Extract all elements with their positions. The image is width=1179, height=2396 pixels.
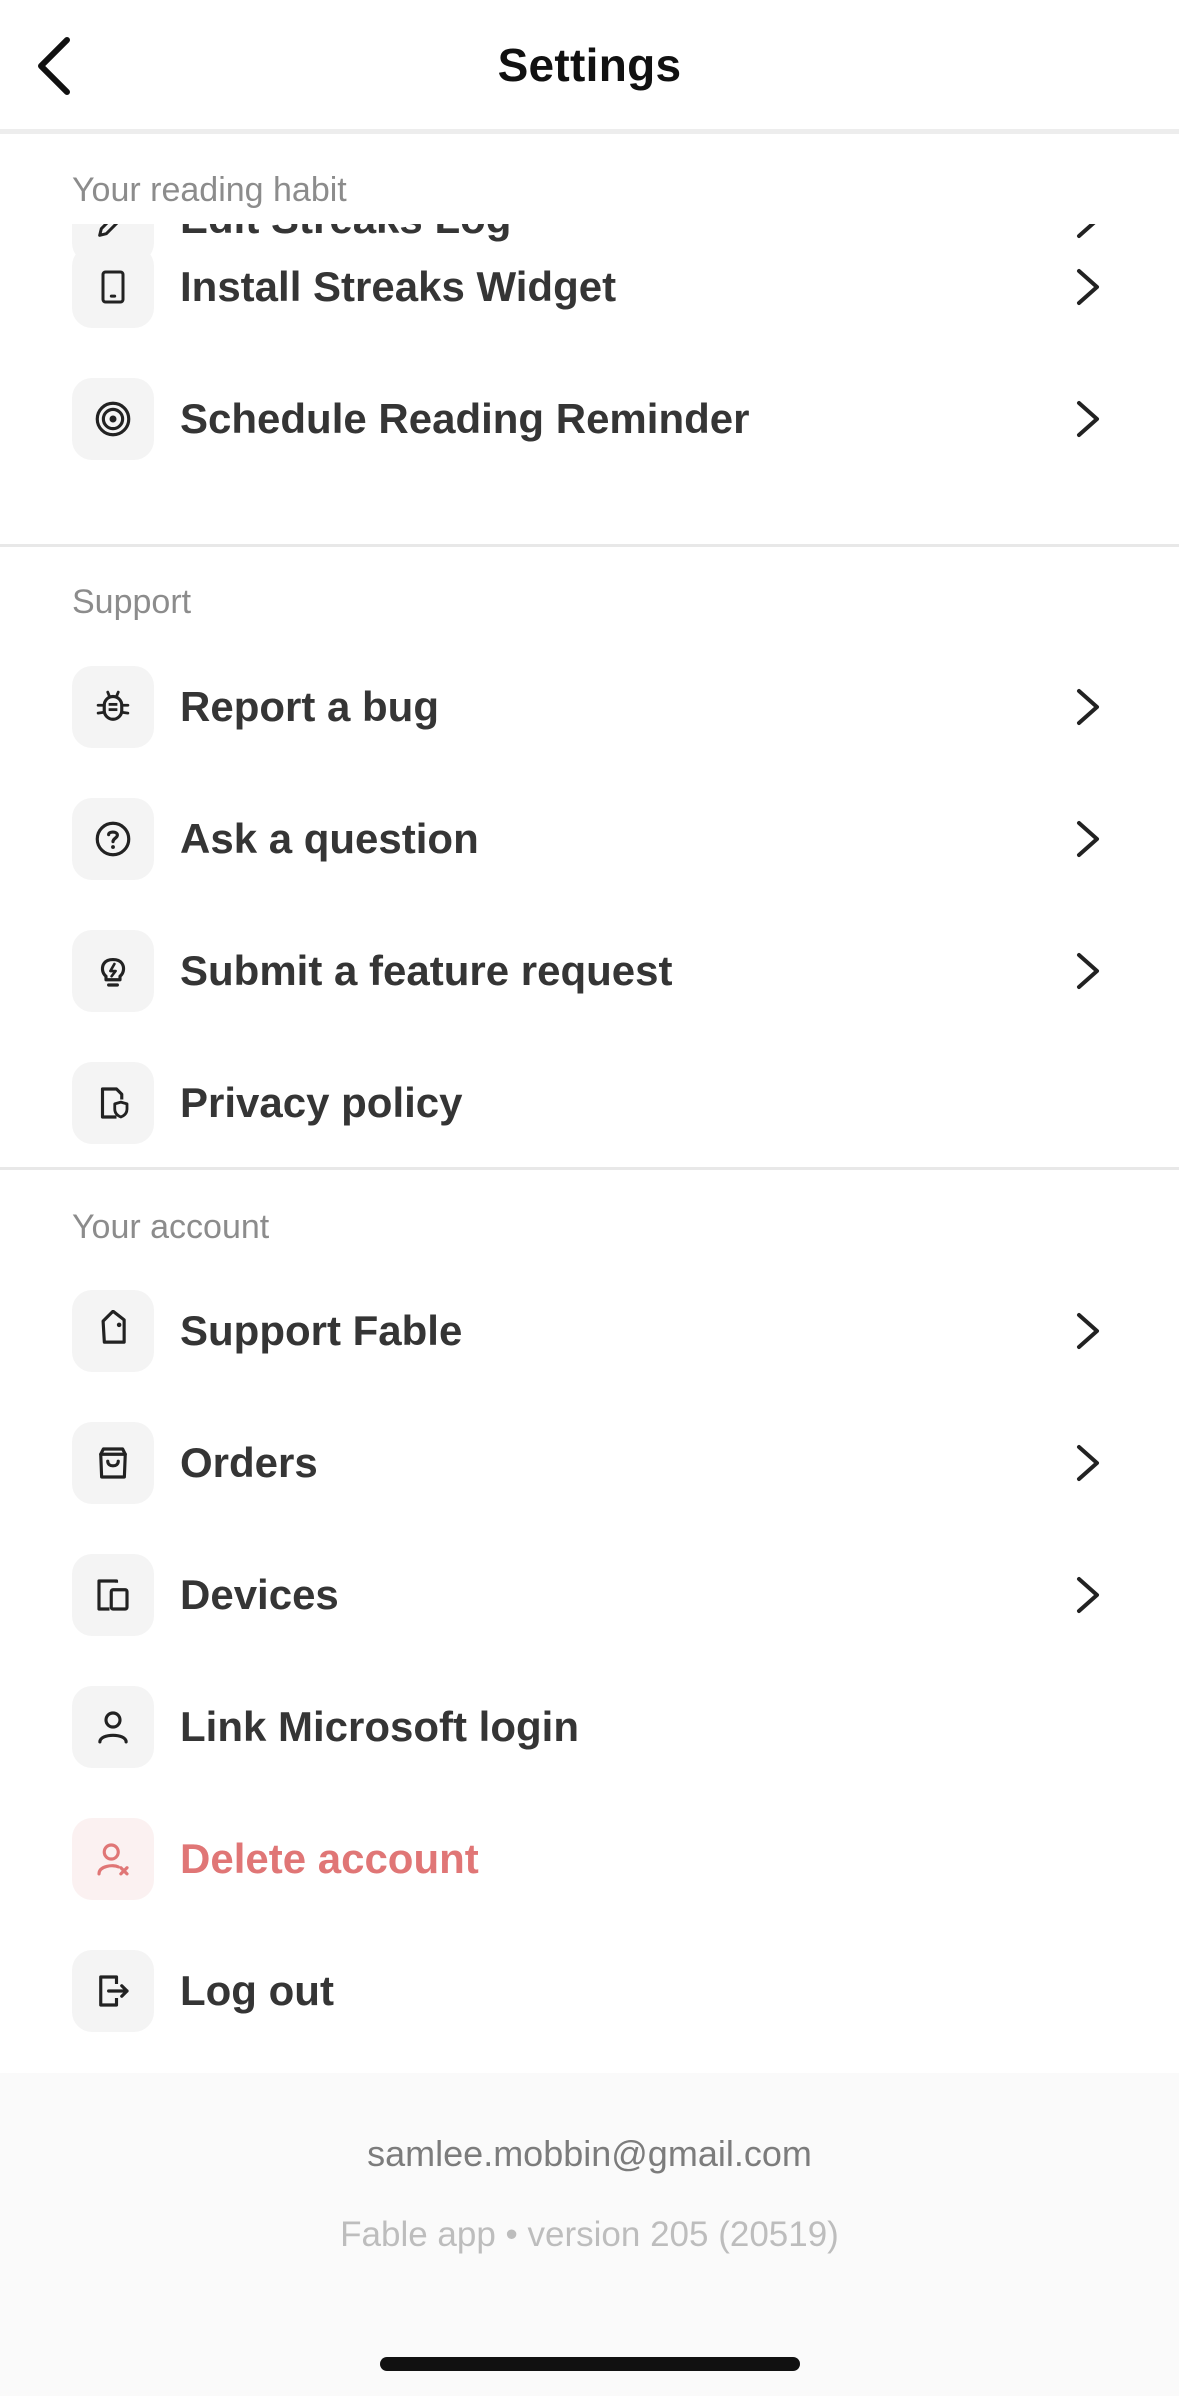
chevron-right-icon [1065, 816, 1111, 862]
row-label: Support Fable [180, 1307, 463, 1354]
question-circle-icon [95, 821, 131, 857]
target-icon [95, 401, 131, 437]
row-label: Schedule Reading Reminder [180, 395, 750, 442]
section-reading-habit: Your reading habit Edit Streaks Log Inst… [0, 139, 1179, 544]
chevron-right-icon [1065, 1572, 1111, 1618]
settings-row-support-fable[interactable]: Support Fable [0, 1265, 1179, 1397]
row-label: Link Microsoft login [180, 1703, 579, 1750]
logout-icon-tile [72, 1950, 154, 2032]
chevron-right-icon [1065, 1440, 1111, 1486]
row-label: Privacy policy [180, 1079, 463, 1126]
phone-widget-icon [101, 270, 125, 304]
settings-row-privacy-policy[interactable]: Privacy policy [0, 1037, 1179, 1167]
bug-icon [96, 690, 130, 721]
user-remove-icon [97, 1843, 129, 1876]
row-label: Orders [180, 1439, 318, 1486]
bug-icon-tile [72, 666, 154, 748]
settings-screen: Settings Your reading habit Edit Streaks… [0, 0, 1179, 2396]
shopping-bag-icon-tile [72, 1422, 154, 1504]
phone-widget-icon-tile [72, 246, 154, 328]
user-remove-icon-tile [72, 1818, 154, 1900]
lightbulb-icon-tile [72, 930, 154, 1012]
row-label: Log out [180, 1967, 334, 2014]
chevron-right-icon [1065, 684, 1111, 730]
footer: samlee.mobbin@gmail.com Fable app • vers… [0, 2073, 1179, 2396]
section-label: Your reading habit [72, 171, 347, 209]
user-icon-tile [72, 1686, 154, 1768]
home-indicator[interactable] [380, 2357, 800, 2371]
shopping-bag-icon [99, 1447, 127, 1479]
chevron-right-icon [1065, 396, 1111, 442]
lightbulb-icon [100, 958, 126, 987]
row-label: Delete account [180, 1835, 479, 1882]
devices-icon [97, 1579, 129, 1611]
settings-row-ask-question[interactable]: Ask a question [0, 773, 1179, 905]
logout-icon [99, 1975, 129, 2007]
tag-icon [101, 1310, 126, 1344]
section-label: Support [72, 583, 192, 621]
chevron-right-icon [1065, 1308, 1111, 1354]
row-label: Devices [180, 1571, 339, 1618]
settings-row-report-bug[interactable]: Report a bug [0, 641, 1179, 773]
section-support: Support Report a bug Ask a question Subm… [0, 547, 1179, 1167]
document-shield-icon [100, 1087, 129, 1119]
account-email: samlee.mobbin@gmail.com [367, 2133, 812, 2174]
settings-row-schedule-reading-reminder[interactable]: Schedule Reading Reminder [0, 353, 1179, 485]
target-icon-tile [72, 378, 154, 460]
question-circle-icon-tile [72, 798, 154, 880]
chevron-right-icon [1065, 264, 1111, 310]
row-label: Ask a question [180, 815, 479, 862]
settings-row-link-microsoft-login[interactable]: Link Microsoft login [0, 1661, 1179, 1793]
settings-row-devices[interactable]: Devices [0, 1529, 1179, 1661]
settings-row-delete-account[interactable]: Delete account [0, 1793, 1179, 1925]
row-label: Submit a feature request [180, 947, 673, 994]
devices-icon-tile [72, 1554, 154, 1636]
row-label: Install Streaks Widget [180, 263, 617, 310]
row-label: Report a bug [180, 683, 439, 730]
settings-row-install-streaks-widget[interactable]: Install Streaks Widget [0, 221, 1179, 353]
page-title: Settings [497, 39, 682, 91]
settings-row-orders[interactable]: Orders [0, 1397, 1179, 1529]
settings-row-feature-request[interactable]: Submit a feature request [0, 905, 1179, 1037]
chevron-right-icon [1065, 948, 1111, 994]
user-icon [98, 1711, 128, 1744]
document-shield-icon-tile [72, 1062, 154, 1144]
section-label: Your account [72, 1208, 270, 1246]
app-version: Fable app • version 205 (20519) [340, 2215, 839, 2254]
settings-row-log-out[interactable]: Log out [0, 1925, 1179, 2057]
nav-header: Settings [0, 0, 1179, 134]
section-account: Your account Support Fable Orders Device… [0, 1170, 1179, 2073]
tag-icon-tile [72, 1290, 154, 1372]
